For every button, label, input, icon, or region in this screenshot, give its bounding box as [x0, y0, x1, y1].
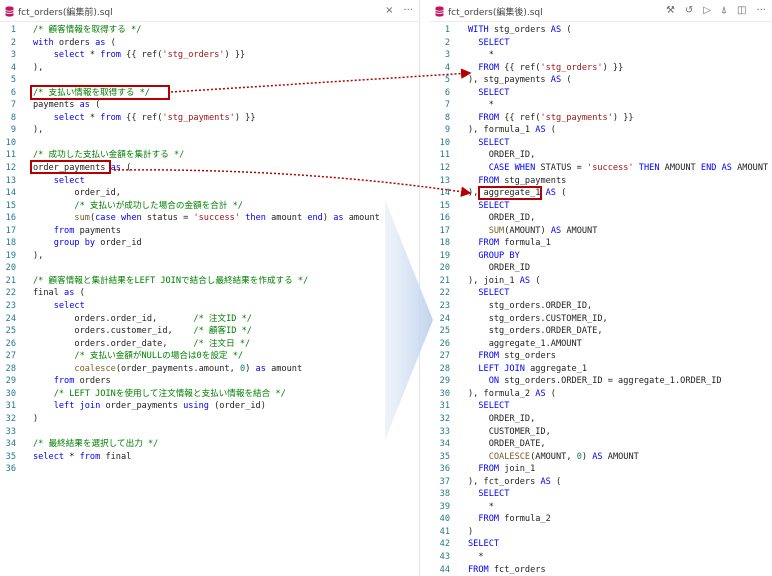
arrow-payments-to-stg-payments: [170, 68, 472, 93]
arrow-order-payments-to-aggregate: [113, 169, 472, 197]
connector-arrows: [113, 68, 472, 197]
